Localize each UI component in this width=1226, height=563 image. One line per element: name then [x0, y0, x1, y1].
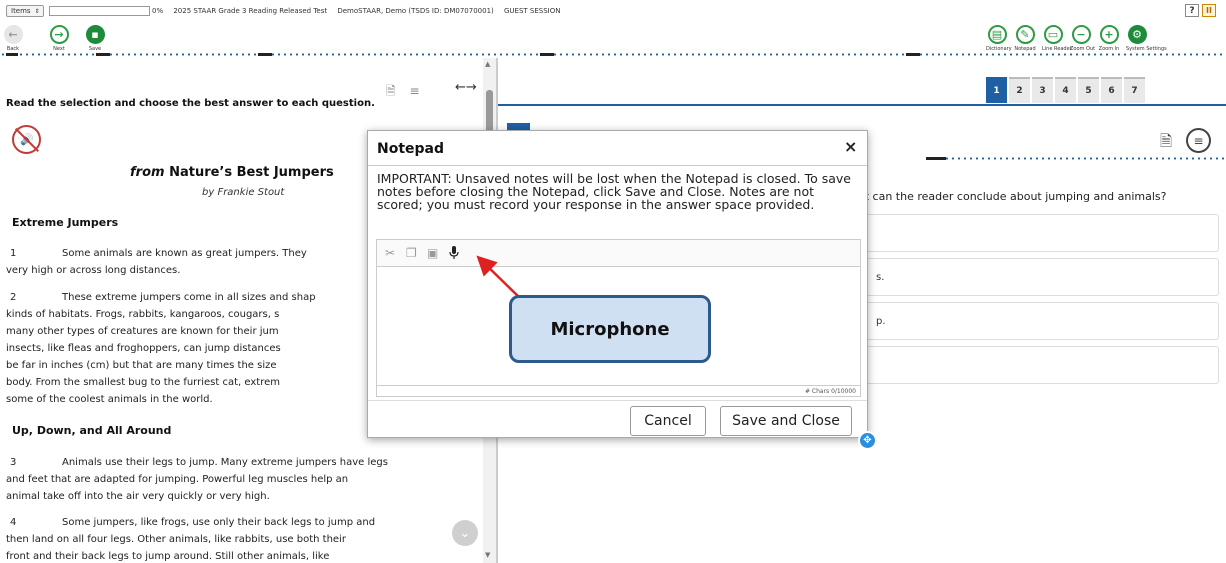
annotation-arrow [476, 255, 523, 301]
microphone-callout: Microphone [509, 295, 711, 363]
